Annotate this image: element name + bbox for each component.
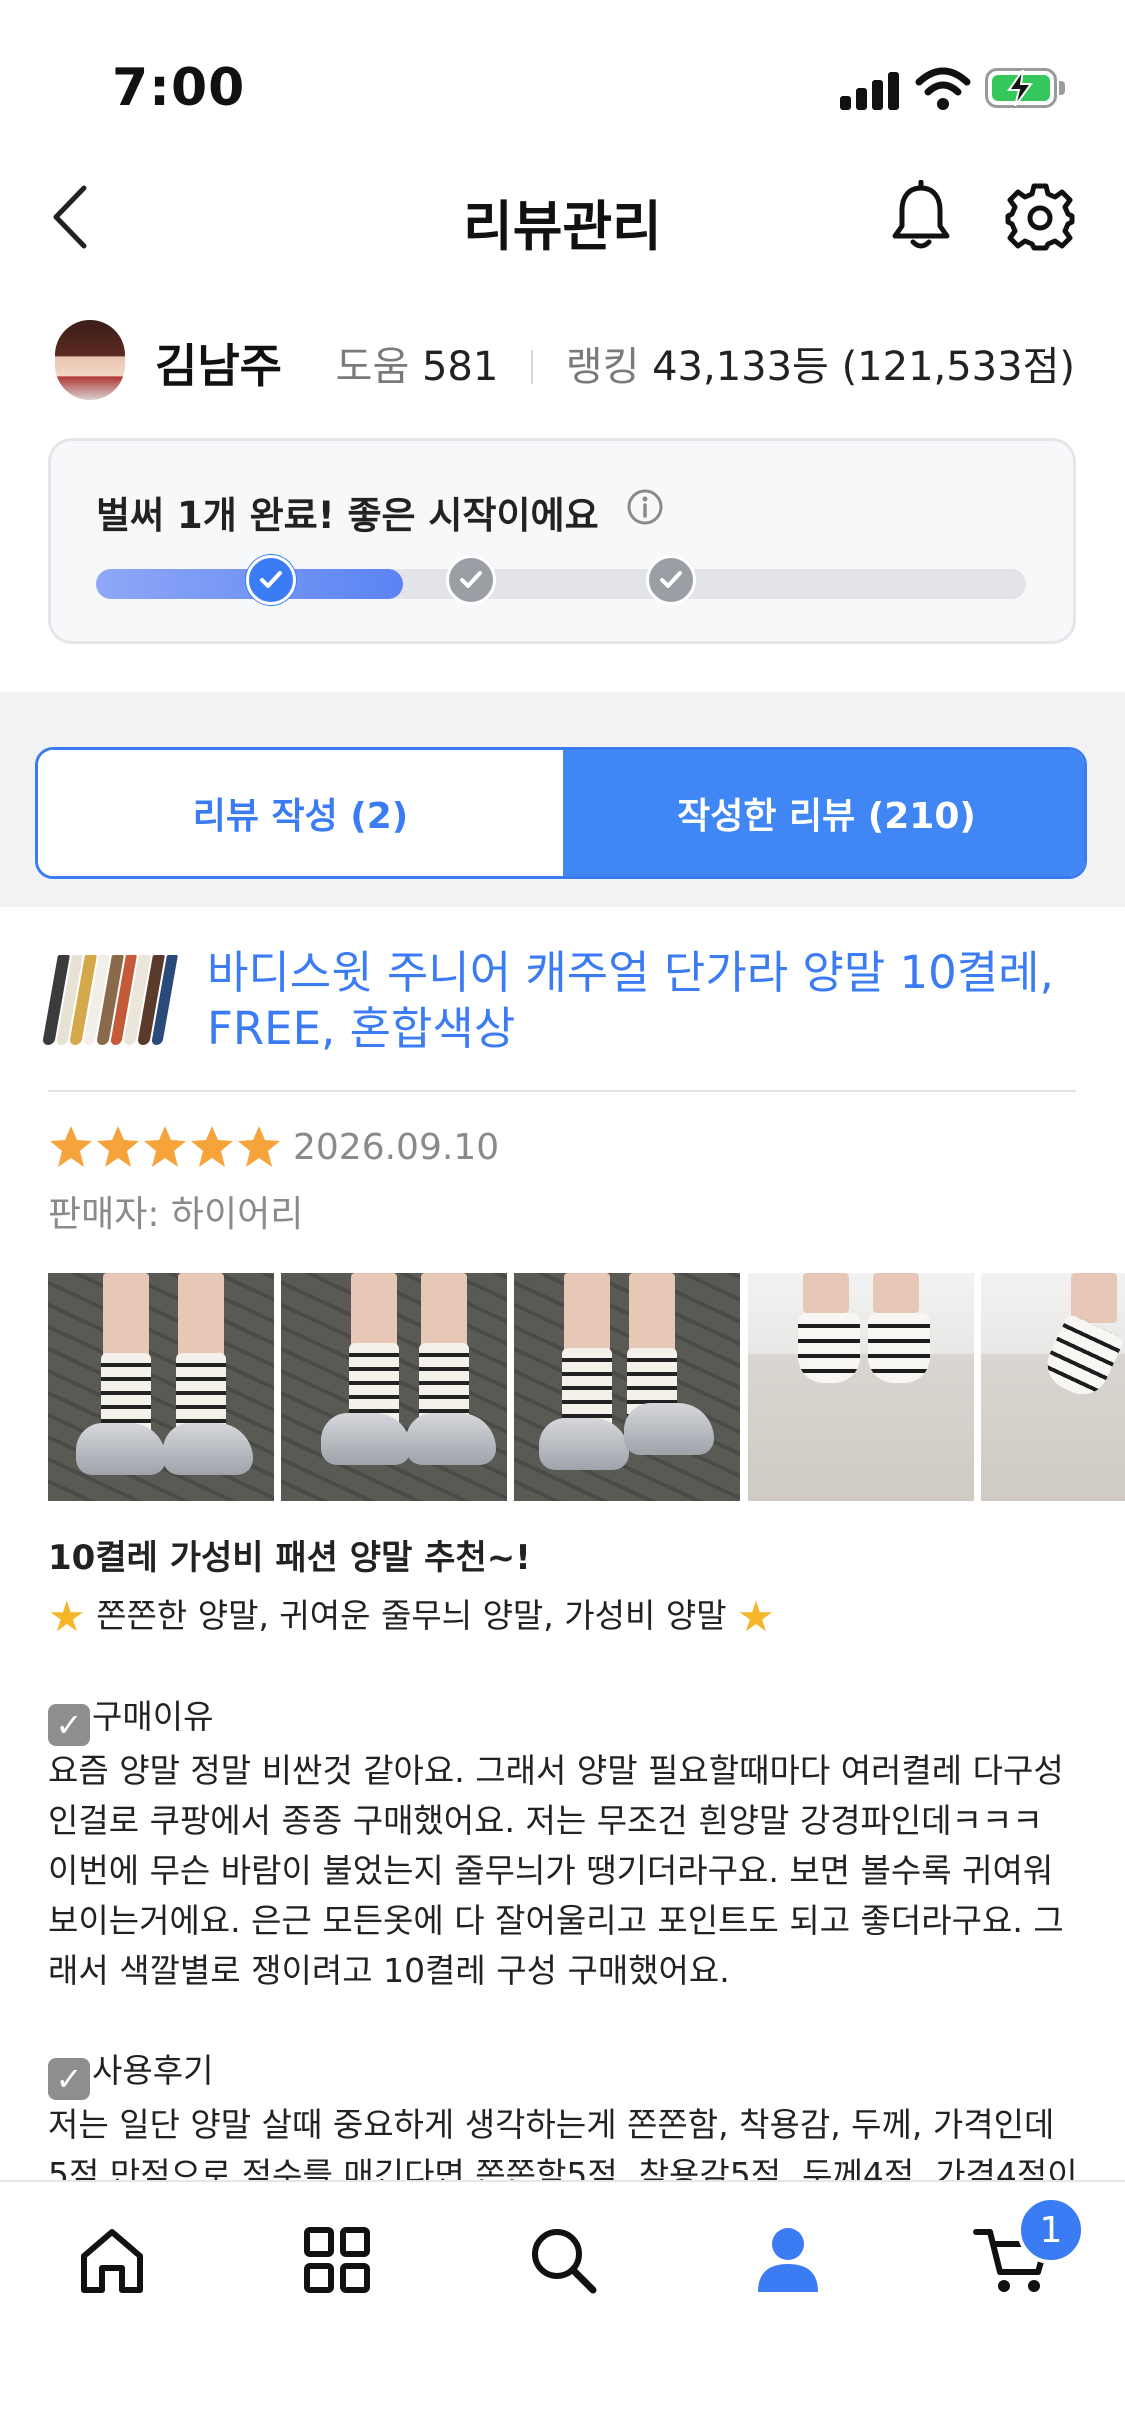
review-line: 저는 일단 양말 살때 중요하게 생각하는게 쫀쫀함, 착용감, 두께, 가격인… [48, 2105, 1055, 2144]
star-icon [144, 1126, 186, 1167]
review-line: 요즘 양말 정말 비싼것 같아요. 그래서 양말 필요할때마다 여러켤레 다구성 [48, 1751, 1064, 1790]
section1-title: 구매이유 [92, 1697, 214, 1736]
checkbox-icon: ✓ [48, 1704, 90, 1746]
profile-stats: 도움 581 랭킹 43,133등 (121,533점) [336, 334, 1075, 392]
search-icon[interactable] [523, 2220, 603, 2300]
signal-icon [840, 70, 900, 110]
battery-icon [985, 68, 1065, 108]
check-icon [460, 571, 482, 588]
header: 리뷰관리 [0, 160, 1125, 270]
tab-write-review[interactable]: 리뷰 작성 (2) [38, 750, 563, 876]
review-body: 10켤레 가성비 패션 양말 추천~! ★ 쫀쫀한 양말, 귀여운 줄무늬 양말… [48, 1533, 1088, 2200]
status-bar: 7:00 [0, 0, 1125, 150]
progress-track [96, 569, 1026, 599]
review-line: 인걸로 쿠팡에서 종종 구매했어요. 저는 무조건 흰양말 강경파인데ㅋㅋㅋ [48, 1801, 1043, 1840]
step-2 [446, 555, 496, 605]
review-photo[interactable] [514, 1273, 740, 1501]
bottom-tab-bar [0, 2180, 1125, 2436]
section2-heading: ✓ 사용후기 [48, 2046, 1088, 2100]
progress-card: 벌써 1개 완료! 좋은 시작이에요 [48, 438, 1076, 644]
star-icon [97, 1126, 139, 1167]
review-photo[interactable] [748, 1273, 974, 1501]
review-date: 2026.09.10 [293, 1126, 500, 1168]
wifi-icon [915, 67, 971, 110]
star-emoji-icon: ★ [737, 1592, 775, 1641]
tab-written-reviews[interactable]: 작성한 리뷰 (210) [563, 750, 1084, 876]
review-photo[interactable] [281, 1273, 507, 1501]
review-photo[interactable] [48, 1273, 274, 1501]
review-line: 이번에 무슨 바람이 불었는지 줄무늬가 땡기더라구요. 보면 볼수록 귀여워 [48, 1851, 1054, 1890]
divider [48, 1090, 1076, 1092]
person-icon[interactable] [748, 2220, 828, 2300]
product-row[interactable]: 바디스윗 주니어 캐주얼 단가라 양말 10켤레, FREE, 혼합색상 [0, 907, 1125, 1092]
profile-summary: 김남주 도움 581 랭킹 43,133등 (121,533점) [0, 310, 1125, 410]
rank-value: 43,133등 (121,533점) [652, 344, 1075, 390]
bell-icon[interactable] [888, 180, 954, 252]
review-tagline: 쫀쫀한 양말, 귀여운 줄무늬 양말, 가성비 양말 [96, 1596, 727, 1635]
step-1-done [246, 555, 296, 605]
product-thumbnail[interactable] [42, 955, 178, 1045]
info-icon[interactable] [625, 487, 665, 527]
section1-heading: ✓ 구매이유 [48, 1692, 1088, 1746]
progress-title: 벌써 1개 완료! 좋은 시작이에요 [96, 494, 599, 537]
home-icon[interactable] [72, 2220, 152, 2300]
page-title: 리뷰관리 [463, 195, 662, 258]
star-rating [48, 1124, 283, 1170]
status-time: 7:00 [112, 58, 246, 118]
profile-name: 김남주 [155, 339, 282, 393]
help-count: 581 [421, 344, 499, 390]
review-headline: 10켤레 가성비 패션 양말 추천~! [48, 1538, 531, 1578]
grid-icon[interactable] [297, 2220, 377, 2300]
review-photos [48, 1273, 1125, 1501]
rating-row: 2026.09.10 [48, 1122, 499, 1172]
product-title[interactable]: 바디스윗 주니어 캐주얼 단가라 양말 10켤레, FREE, 혼합색상 [207, 945, 1087, 1057]
star-icon [191, 1126, 233, 1167]
star-icon [50, 1126, 92, 1167]
review-tabs: 리뷰 작성 (2) 작성한 리뷰 (210) [35, 747, 1087, 879]
help-label: 도움 [335, 344, 410, 390]
star-icon [238, 1126, 280, 1167]
section2-title: 사용후기 [92, 2051, 214, 2090]
review-photo[interactable] [981, 1273, 1125, 1501]
avatar[interactable] [55, 320, 125, 400]
stats-divider [531, 350, 534, 384]
rank-label: 랭킹 [565, 344, 640, 390]
star-emoji-icon: ★ [48, 1592, 86, 1641]
review-tagline-row: ★ 쫀쫀한 양말, 귀여운 줄무늬 양말, 가성비 양말 ★ [48, 1591, 1088, 1642]
review-line: 래서 색깔별로 쟁이려고 10켤레 구성 구매했어요. [48, 1951, 730, 1990]
review-line: 보이는거에요. 은근 모든옷에 다 잘어울리고 포인트도 되고 좋더라구요. 그 [48, 1901, 1064, 1940]
step-3 [646, 555, 696, 605]
seller-name: 판매자: 하이어리 [48, 1194, 304, 1235]
check-icon [660, 571, 682, 588]
check-icon [260, 571, 282, 588]
gear-icon[interactable] [1005, 180, 1075, 252]
checkbox-icon: ✓ [48, 2058, 90, 2100]
cart-badge: 1 [1017, 2196, 1085, 2264]
